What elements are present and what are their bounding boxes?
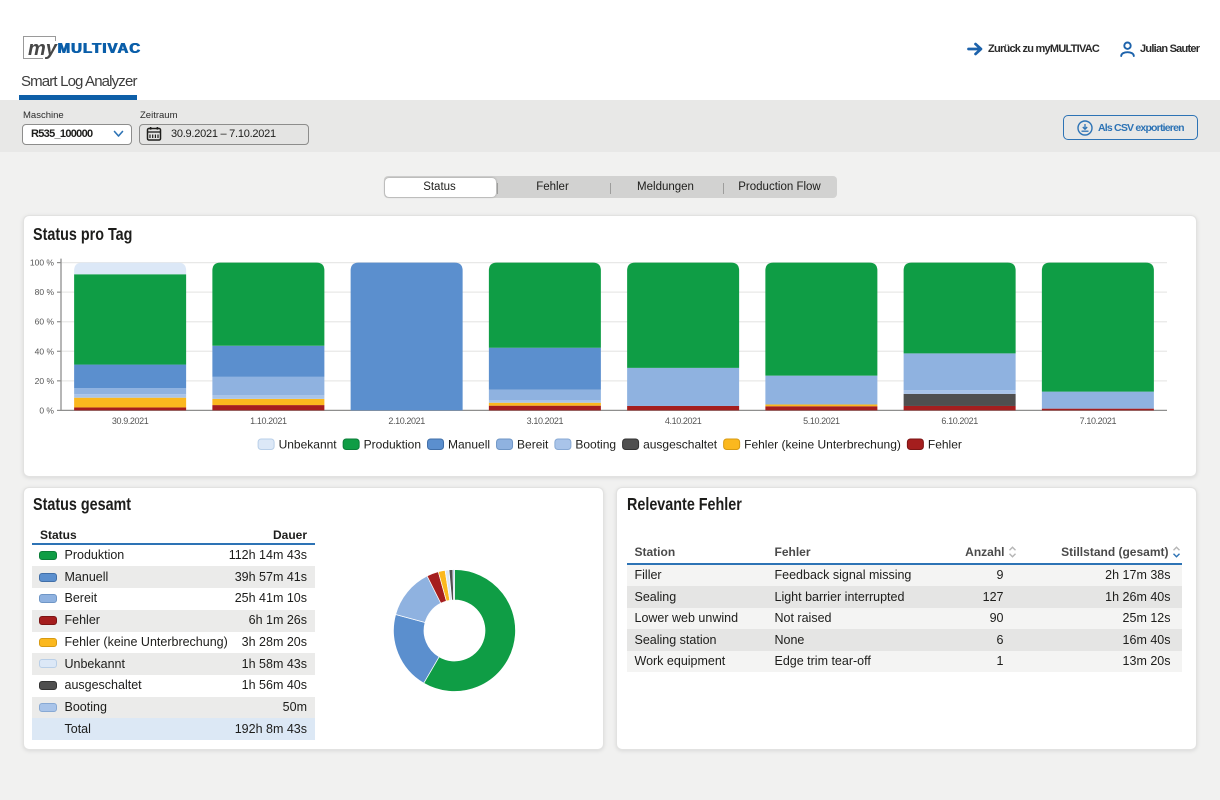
svg-text:60 %: 60 % xyxy=(35,317,55,327)
svg-text:2.10.2021: 2.10.2021 xyxy=(388,416,425,426)
svg-text:Fehler (keine Unterbrechung): Fehler (keine Unterbrechung) xyxy=(744,438,901,452)
svg-text:ausgeschaltet: ausgeschaltet xyxy=(643,438,718,452)
svg-text:Bereit: Bereit xyxy=(517,438,549,452)
svg-text:Unbekannt: Unbekannt xyxy=(279,438,338,452)
svg-text:1.10.2021: 1.10.2021 xyxy=(250,416,287,426)
svg-text:3.10.2021: 3.10.2021 xyxy=(527,416,564,426)
svg-text:Produktion: Produktion xyxy=(364,438,421,452)
svg-text:5.10.2021: 5.10.2021 xyxy=(803,416,840,426)
svg-text:100 %: 100 % xyxy=(30,258,55,268)
svg-text:0 %: 0 % xyxy=(39,405,54,415)
svg-text:4.10.2021: 4.10.2021 xyxy=(665,416,702,426)
svg-text:7.10.2021: 7.10.2021 xyxy=(1080,416,1117,426)
svg-text:6.10.2021: 6.10.2021 xyxy=(941,416,978,426)
svg-text:20 %: 20 % xyxy=(35,376,55,386)
svg-text:Manuell: Manuell xyxy=(448,438,490,452)
svg-text:80 %: 80 % xyxy=(35,287,55,297)
svg-text:Fehler: Fehler xyxy=(928,438,962,452)
svg-text:40 %: 40 % xyxy=(35,346,55,356)
svg-text:30.9.2021: 30.9.2021 xyxy=(112,416,149,426)
svg-text:Booting: Booting xyxy=(575,438,616,452)
